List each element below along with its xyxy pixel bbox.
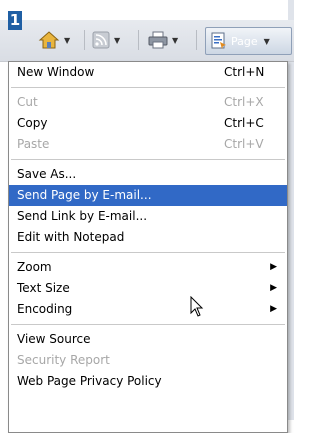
menu-item-shortcut: Ctrl+V	[224, 137, 264, 151]
feed-icon	[92, 31, 110, 49]
menu-item-label: New Window	[17, 65, 95, 79]
menu-item-label: Encoding	[17, 302, 73, 316]
menu-item-shortcut: Ctrl+X	[224, 95, 264, 109]
menu-item-paste[interactable]: Paste Ctrl+V	[9, 134, 287, 155]
menu-item-shortcut: Ctrl+C	[224, 116, 264, 130]
menu-item-text-size[interactable]: Text Size ▶	[9, 278, 287, 299]
chevron-right-icon: ▶	[270, 304, 277, 314]
menu-item-label: Send Link by E-mail...	[17, 209, 148, 223]
menu-divider	[11, 87, 285, 88]
feeds-button[interactable]: ▼	[92, 29, 120, 51]
menu-item-shortcut: Ctrl+N	[224, 65, 265, 79]
toolbar-divider	[196, 30, 197, 50]
page-dropdown-menu: New Window Ctrl+N Cut Ctrl+X Copy Ctrl+C…	[8, 61, 288, 433]
toolbar-divider	[138, 30, 139, 50]
menu-item-label: Paste	[17, 137, 50, 151]
menu-divider	[11, 159, 285, 160]
menu-item-send-page-by-email[interactable]: Send Page by E-mail...	[9, 185, 287, 206]
menu-item-label: Web Page Privacy Policy	[17, 374, 162, 388]
menu-divider	[11, 324, 285, 325]
menu-item-send-link-by-email[interactable]: Send Link by E-mail...	[9, 206, 287, 227]
menu-item-label: Edit with Notepad	[17, 230, 125, 244]
menu-item-privacy-policy[interactable]: Web Page Privacy Policy	[9, 371, 287, 392]
step-badge: 1	[8, 11, 22, 30]
menu-item-label: Copy	[17, 116, 48, 130]
chevron-right-icon: ▶	[270, 283, 277, 293]
print-button[interactable]: ▼	[148, 29, 178, 51]
print-icon	[148, 31, 168, 49]
command-toolbar: ▼ ▼ ▼ Page ▼	[0, 20, 294, 62]
chevron-right-icon: ▶	[270, 262, 277, 272]
menu-item-label: Zoom	[17, 260, 52, 274]
menu-item-label: Text Size	[17, 281, 70, 295]
chevron-down-icon[interactable]: ▼	[64, 36, 70, 45]
menu-divider	[11, 252, 285, 253]
menu-item-security-report[interactable]: Security Report	[9, 350, 287, 371]
menu-item-label: Send Page by E-mail...	[17, 188, 152, 202]
menu-item-label: Security Report	[17, 353, 110, 367]
chevron-down-icon[interactable]: ▼	[114, 36, 120, 45]
chevron-down-icon: ▼	[263, 36, 270, 46]
home-button[interactable]: ▼	[38, 29, 70, 51]
menu-item-edit-with-notepad[interactable]: Edit with Notepad	[9, 227, 287, 248]
toolbar-divider	[84, 30, 85, 50]
mouse-cursor-icon	[190, 296, 204, 317]
menu-item-encoding[interactable]: Encoding ▶	[9, 299, 287, 320]
menu-item-zoom[interactable]: Zoom ▶	[9, 257, 287, 278]
home-icon	[38, 31, 60, 49]
menu-item-cut[interactable]: Cut Ctrl+X	[9, 92, 287, 113]
menu-item-new-window[interactable]: New Window Ctrl+N	[9, 62, 287, 83]
chevron-down-icon[interactable]: ▼	[172, 36, 178, 45]
menu-item-label: Cut	[17, 95, 38, 109]
menu-item-view-source[interactable]: View Source	[9, 329, 287, 350]
menu-item-save-as[interactable]: Save As...	[9, 164, 287, 185]
menu-item-copy[interactable]: Copy Ctrl+C	[9, 113, 287, 134]
page-menu-button[interactable]: Page ▼	[205, 27, 292, 55]
page-menu-label: Page	[231, 34, 258, 48]
window-edge	[288, 0, 294, 420]
menu-item-label: Save As...	[17, 167, 77, 181]
menu-item-label: View Source	[17, 332, 91, 346]
page-icon	[211, 32, 226, 49]
